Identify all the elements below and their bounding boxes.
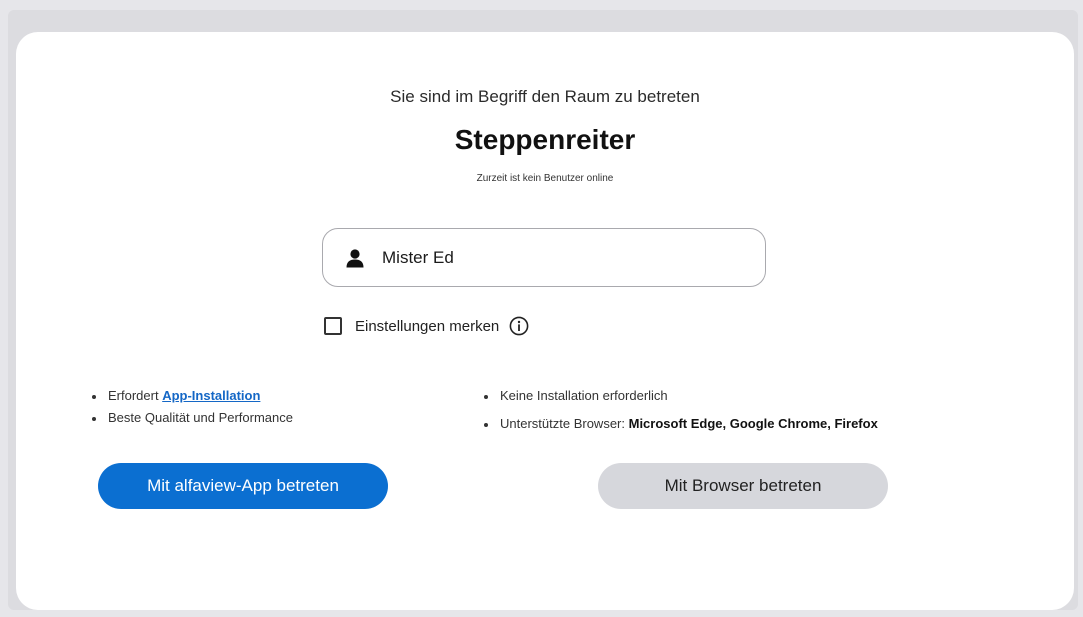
app-option-list: Erfordert App-Installation Beste Qualitä… <box>90 388 293 432</box>
list-item: Erfordert App-Installation <box>90 388 293 410</box>
supported-browsers-list: Microsoft Edge, Google Chrome, Firefox <box>628 416 878 431</box>
list-item: Unterstützte Browser: Microsoft Edge, Go… <box>482 416 878 444</box>
browser-option-list: Keine Installation erforderlich Unterstü… <box>482 388 878 444</box>
join-with-app-button[interactable]: Mit alfaview-App betreten <box>98 463 388 509</box>
list-item: Beste Qualität und Performance <box>90 410 293 432</box>
display-name-field[interactable] <box>322 228 766 287</box>
online-status: Zurzeit ist kein Benutzer online <box>476 173 614 184</box>
join-room-card: Sie sind im Begriff den Raum zu betreten… <box>16 32 1074 610</box>
app-installation-link[interactable]: App-Installation <box>162 388 260 403</box>
supported-browsers-label: Unterstützte Browser: <box>500 416 629 431</box>
remember-settings-label[interactable]: Einstellungen merken <box>355 318 499 335</box>
display-name-input[interactable] <box>382 247 742 268</box>
remember-settings-row: Einstellungen merken <box>324 316 529 336</box>
remember-settings-checkbox[interactable] <box>324 317 342 335</box>
join-subtitle: Sie sind im Begriff den Raum zu betreten <box>390 87 700 106</box>
list-item: Keine Installation erforderlich <box>482 388 878 416</box>
join-with-browser-button[interactable]: Mit Browser betreten <box>598 463 888 509</box>
room-title: Steppenreiter <box>454 124 636 155</box>
info-icon[interactable] <box>509 316 529 336</box>
user-icon <box>345 248 365 268</box>
app-requirement-text: Erfordert <box>108 388 163 403</box>
